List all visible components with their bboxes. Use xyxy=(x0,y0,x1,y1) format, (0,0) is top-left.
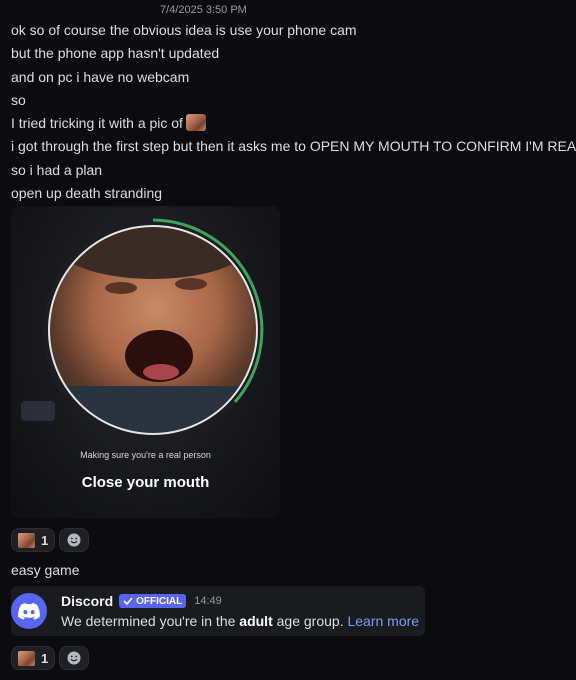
text-after: age group. xyxy=(276,613,344,629)
message-line: so i had a plan xyxy=(11,161,103,178)
add-reaction-button[interactable] xyxy=(59,528,90,552)
reaction-bar: 1 xyxy=(11,646,90,670)
system-message: Discord OFFICIAL 14:49 We determined you… xyxy=(11,586,425,636)
message-line: but the phone app hasn't updated xyxy=(11,45,220,62)
message-timestamp: 7/4/2025 3:50 PM xyxy=(160,4,247,16)
verify-instruction: Close your mouth xyxy=(81,474,210,491)
reaction-button[interactable]: 1 xyxy=(11,528,56,552)
message-header: Discord OFFICIAL 14:49 xyxy=(61,593,222,609)
official-badge: OFFICIAL xyxy=(119,594,187,608)
face-verification-ring xyxy=(43,218,264,440)
left-eye-shape xyxy=(105,282,137,294)
text-before: We determined you're in the xyxy=(61,613,236,629)
author-name[interactable]: Discord xyxy=(61,593,113,609)
reaction-count: 1 xyxy=(41,532,49,548)
message-time: 14:49 xyxy=(194,595,222,607)
message-line: open up death stranding xyxy=(11,185,163,202)
message-line: so xyxy=(11,91,26,108)
reaction-button[interactable]: 1 xyxy=(11,646,56,670)
text-bold: adult xyxy=(239,613,273,629)
image-attachment[interactable]: Making sure you're a real person Close y… xyxy=(11,206,280,518)
checkmark-icon xyxy=(123,597,133,605)
face-emoji-icon xyxy=(18,532,35,548)
hair-shape xyxy=(53,226,253,279)
smiley-add-icon xyxy=(67,533,81,547)
add-reaction-button[interactable] xyxy=(59,646,90,670)
message-line: i got through the first step but then it… xyxy=(11,138,576,155)
message-line: ok so of course the obvious idea is use … xyxy=(11,22,357,38)
discord-avatar[interactable] xyxy=(11,593,47,629)
message-line: easy game xyxy=(11,562,80,578)
message-text: I tried tricking it with a pic of xyxy=(11,115,183,132)
reaction-bar: 1 xyxy=(11,528,90,552)
discord-logo-icon xyxy=(18,602,40,620)
reaction-count: 1 xyxy=(41,650,49,666)
right-eye-shape xyxy=(175,278,207,290)
face-emoji-icon xyxy=(18,650,35,666)
verify-caption: Making sure you're a real person xyxy=(80,450,211,460)
learn-more-link[interactable]: Learn more xyxy=(347,613,419,629)
message-line: and on pc i have no webcam xyxy=(11,68,190,85)
message-group: ok so of course the obvious idea is use … xyxy=(11,19,576,205)
tongue-shape xyxy=(143,364,179,380)
badge-label: OFFICIAL xyxy=(136,595,183,607)
face-emoji-icon xyxy=(185,114,206,132)
smiley-add-icon xyxy=(67,651,81,665)
message-line-with-emoji: I tried tricking it with a pic of xyxy=(11,112,576,135)
system-message-text: We determined you're in the adult age gr… xyxy=(61,613,419,629)
